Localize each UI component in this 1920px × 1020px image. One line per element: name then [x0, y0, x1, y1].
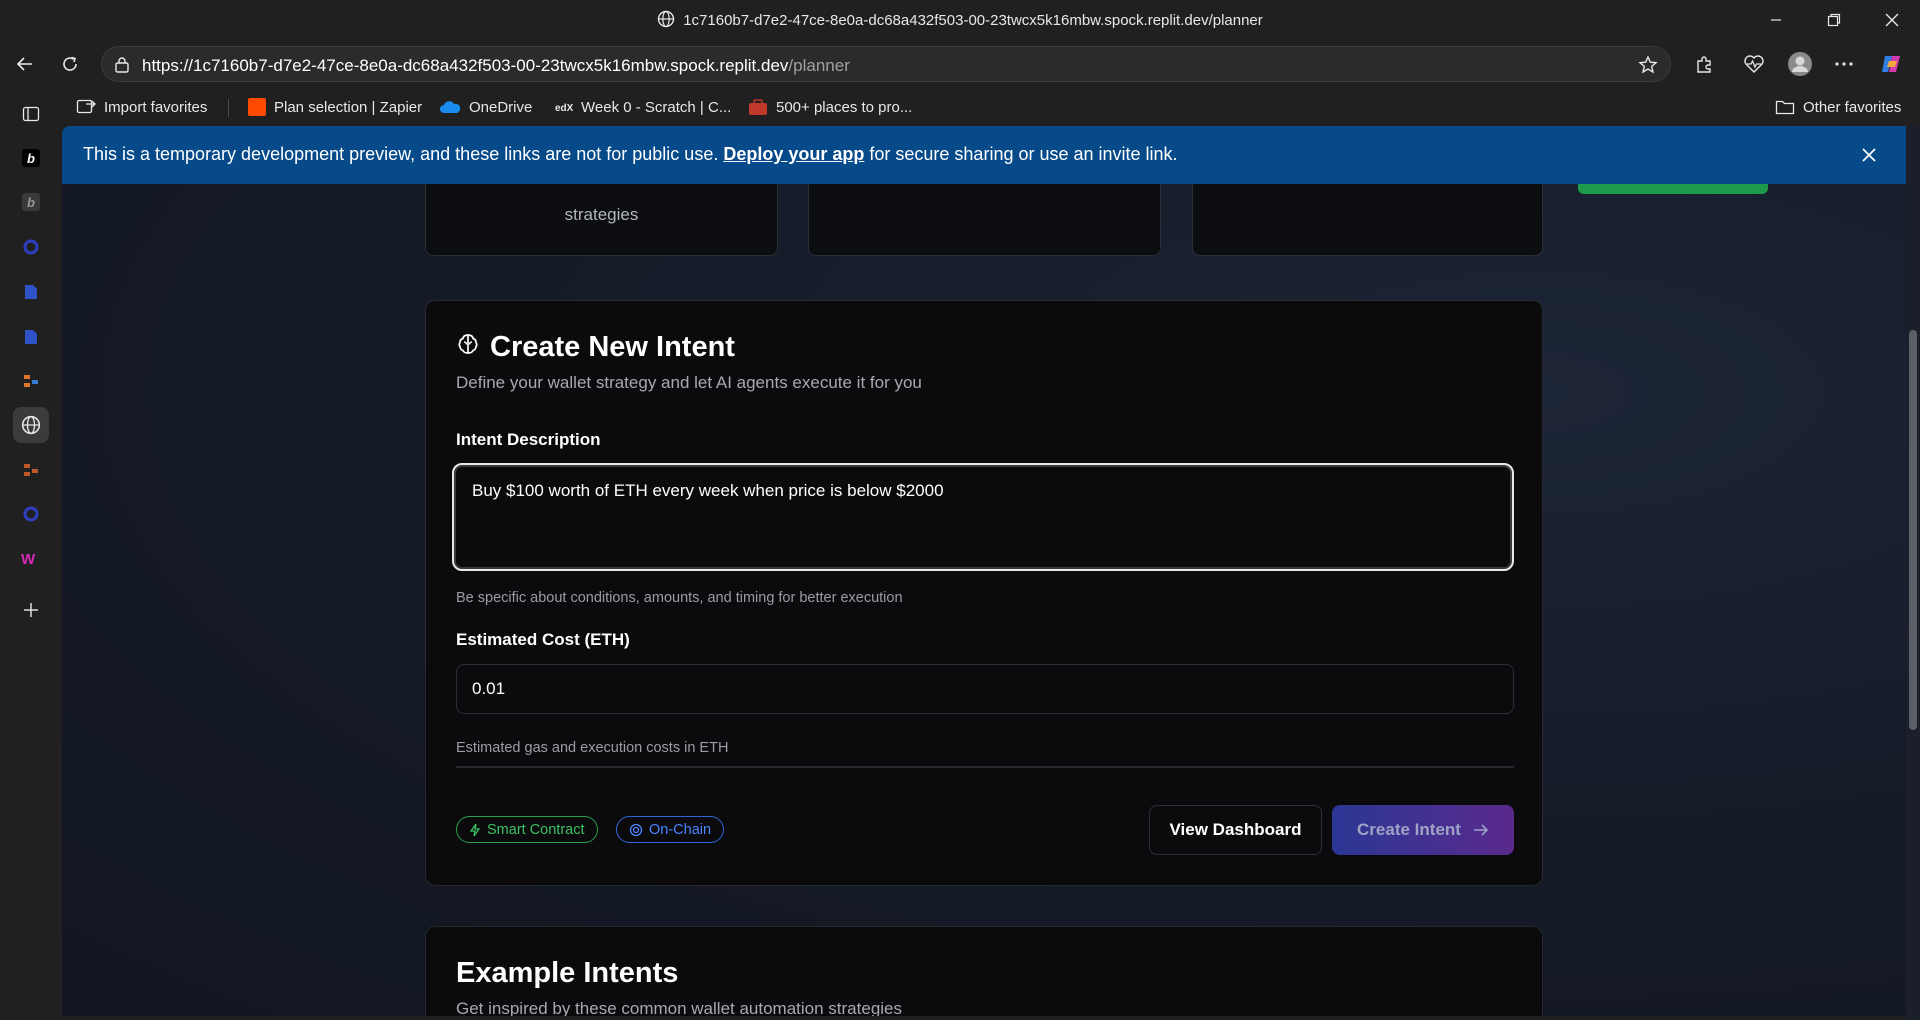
extensions-icon[interactable]: [1688, 48, 1720, 80]
navigation-bar: https://1c7160b7-d7e2-47ce-8e0a-dc68a432…: [0, 40, 1920, 88]
on-chain-badge: On-Chain: [616, 816, 725, 843]
badge-label: On-Chain: [649, 821, 712, 838]
svg-text:W: W: [21, 551, 36, 566]
svg-text:b: b: [27, 195, 35, 210]
add-sidebar-app-icon[interactable]: [13, 592, 49, 628]
window-title: 1c7160b7-d7e2-47ce-8e0a-dc68a432f503-00-…: [683, 12, 1263, 29]
more-options-icon[interactable]: [1828, 48, 1860, 80]
svg-text:b: b: [27, 151, 35, 166]
favorite-import[interactable]: Import favorites: [76, 96, 207, 118]
copilot-icon[interactable]: [1876, 48, 1908, 80]
tab-actions-icon[interactable]: [13, 96, 49, 132]
back-button[interactable]: [9, 48, 41, 80]
bing-b-gray-icon[interactable]: b: [13, 184, 49, 220]
favorite-label: Week 0 - Scratch | C...: [581, 98, 732, 116]
create-intent-card: Create New Intent Define your wallet str…: [425, 300, 1543, 886]
form-title: Create New Intent: [490, 331, 735, 363]
doc-blue-2-icon[interactable]: [13, 319, 49, 355]
intent-description-textarea[interactable]: Buy $100 worth of ETH every week when pr…: [452, 463, 1514, 571]
favorite-label: OneDrive: [469, 98, 533, 116]
favorite-label: 500+ places to pro...: [776, 98, 913, 116]
feature-card-text: strategies: [564, 205, 639, 224]
briefcase-icon: [749, 99, 767, 115]
arrow-right-icon: [1473, 824, 1489, 836]
bing-b-icon[interactable]: b: [13, 140, 49, 176]
create-intent-label: Create Intent: [1357, 820, 1461, 839]
favorites-bar: Import favorites Plan selection | Zapier…: [62, 88, 1920, 126]
refresh-button[interactable]: [54, 48, 86, 80]
favorite-label: Import favorites: [104, 98, 208, 116]
view-dashboard-button[interactable]: View Dashboard: [1149, 805, 1322, 855]
window-titlebar: 1c7160b7-d7e2-47ce-8e0a-dc68a432f503-00-…: [0, 0, 1920, 40]
ring-blue-icon[interactable]: [13, 229, 49, 265]
banner-text-after: for secure sharing or use an invite link…: [869, 144, 1178, 164]
close-banner-button[interactable]: [1858, 144, 1880, 166]
favorite-scratch[interactable]: edX Week 0 - Scratch | C...: [555, 96, 731, 118]
app-orange-icon[interactable]: [13, 363, 49, 399]
browser-sidebar: b b W: [0, 88, 62, 1020]
intent-description-label: Intent Description: [456, 430, 601, 449]
favorite-star-icon[interactable]: [1638, 55, 1658, 80]
profile-avatar[interactable]: [1784, 48, 1816, 80]
cost-hint: Estimated gas and execution costs in ETH: [456, 740, 729, 756]
edx-icon: edX: [555, 103, 573, 114]
doc-blue-icon[interactable]: [13, 274, 49, 310]
browser-essentials-icon[interactable]: [1738, 48, 1770, 80]
examples-subtitle: Get inspired by these common wallet auto…: [456, 999, 903, 1016]
folder-icon: [1775, 100, 1795, 115]
dev-preview-banner: This is a temporary development preview,…: [62, 126, 1906, 184]
favorite-label: Plan selection | Zapier: [274, 98, 423, 116]
brain-icon: [456, 331, 480, 364]
favorite-zapier[interactable]: Plan selection | Zapier: [248, 96, 422, 118]
favorites-divider: [228, 99, 229, 117]
lightning-icon: [469, 823, 481, 836]
restore-button[interactable]: [1810, 0, 1858, 40]
zapier-icon: [248, 98, 266, 116]
minimize-button[interactable]: [1752, 0, 1800, 40]
other-favorites-label: Other favorites: [1803, 98, 1902, 116]
page-scrollbar[interactable]: [1906, 126, 1920, 1020]
banner-text: This is a temporary development preview,…: [83, 144, 719, 164]
example-intents-card: Example Intents Get inspired by these co…: [425, 926, 1543, 1016]
smart-contract-badge: Smart Contract: [456, 816, 598, 843]
create-intent-button[interactable]: Create Intent: [1332, 805, 1514, 855]
form-divider: [456, 766, 1514, 768]
ring-blue-2-icon[interactable]: [13, 496, 49, 532]
url-path: /planner: [788, 56, 850, 75]
url-host: https://1c7160b7-d7e2-47ce-8e0a-dc68a432…: [142, 56, 789, 75]
app-orange-2-icon[interactable]: [13, 452, 49, 488]
svg-text:edX: edX: [555, 103, 573, 114]
badge-label: Smart Contract: [487, 821, 585, 838]
favorite-places[interactable]: 500+ places to pro...: [748, 96, 912, 118]
globe-icon: [657, 10, 675, 32]
web-globe-icon[interactable]: [13, 407, 49, 443]
close-window-button[interactable]: [1868, 0, 1916, 40]
estimated-cost-input[interactable]: [456, 664, 1514, 714]
intent-hint: Be specific about conditions, amounts, a…: [456, 590, 903, 606]
site-info-icon[interactable]: [114, 56, 130, 79]
favorite-onedrive[interactable]: OneDrive: [439, 96, 532, 118]
other-favorites[interactable]: Other favorites: [1775, 96, 1901, 118]
onedrive-icon: [440, 101, 461, 113]
url-text[interactable]: https://1c7160b7-d7e2-47ce-8e0a-dc68a432…: [142, 56, 850, 76]
estimated-cost-label: Estimated Cost (ETH): [456, 630, 630, 649]
target-icon: [629, 823, 643, 836]
scrollbar-thumb[interactable]: [1909, 330, 1917, 730]
import-icon: [76, 99, 96, 114]
address-bar[interactable]: https://1c7160b7-d7e2-47ce-8e0a-dc68a432…: [101, 46, 1671, 82]
deploy-app-link[interactable]: Deploy your app: [723, 144, 864, 164]
form-subtitle: Define your wallet strategy and let AI a…: [456, 373, 922, 392]
page-viewport: This is a temporary development preview,…: [62, 126, 1906, 1016]
app-magenta-icon[interactable]: W: [13, 540, 49, 576]
examples-title: Example Intents: [456, 957, 679, 989]
